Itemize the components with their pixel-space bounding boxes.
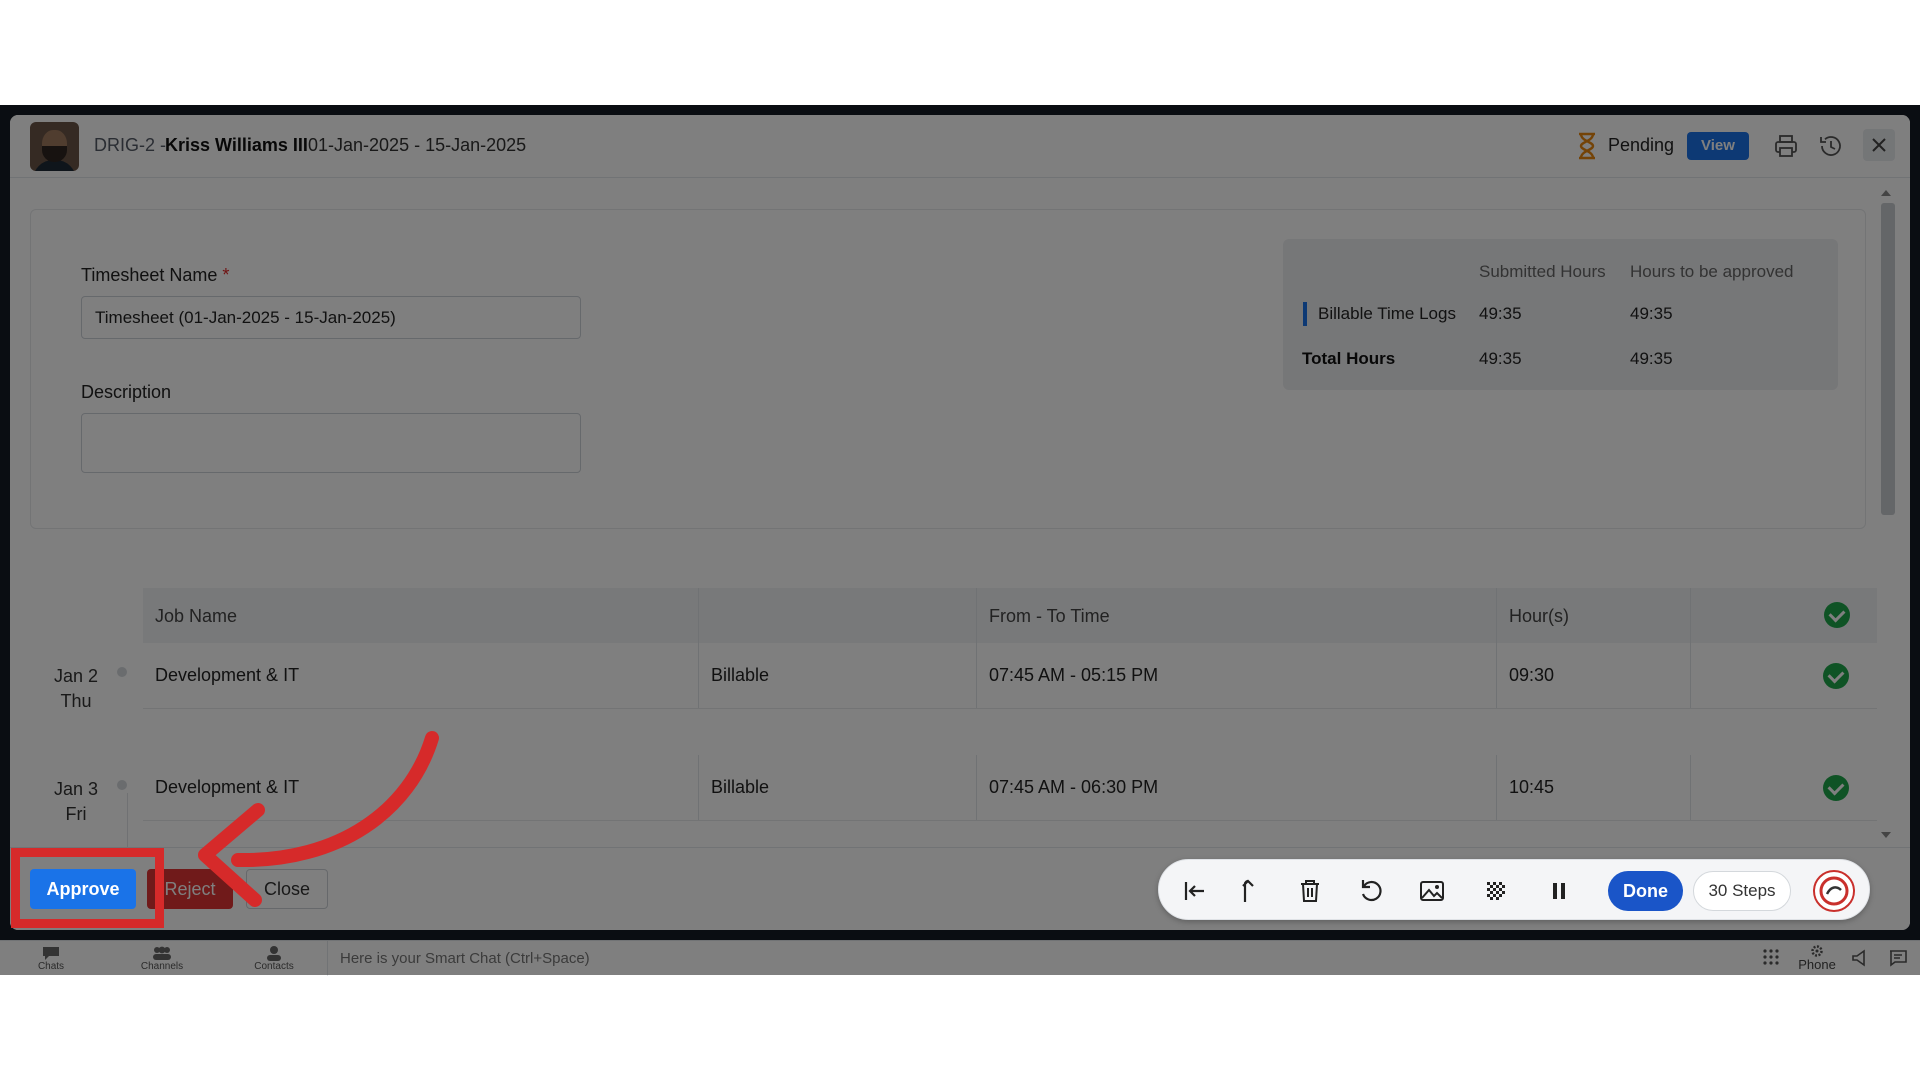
recorder-logo-icon[interactable] [1813,870,1855,912]
pause-icon[interactable] [1544,876,1574,906]
recorder-toolbar: Done 30 Steps [1158,859,1870,920]
image-icon[interactable] [1417,876,1447,906]
undo-icon[interactable] [1356,876,1386,906]
steps-count: 30 Steps [1693,871,1791,911]
go-to-start-icon[interactable] [1180,876,1210,906]
screen: DRIG-2 - Kriss Williams III 01-Jan-2025 … [0,0,1920,1080]
trash-icon[interactable] [1295,876,1325,906]
move-up-icon[interactable] [1233,876,1263,906]
blur-icon[interactable] [1481,876,1511,906]
done-button[interactable]: Done [1608,871,1683,911]
